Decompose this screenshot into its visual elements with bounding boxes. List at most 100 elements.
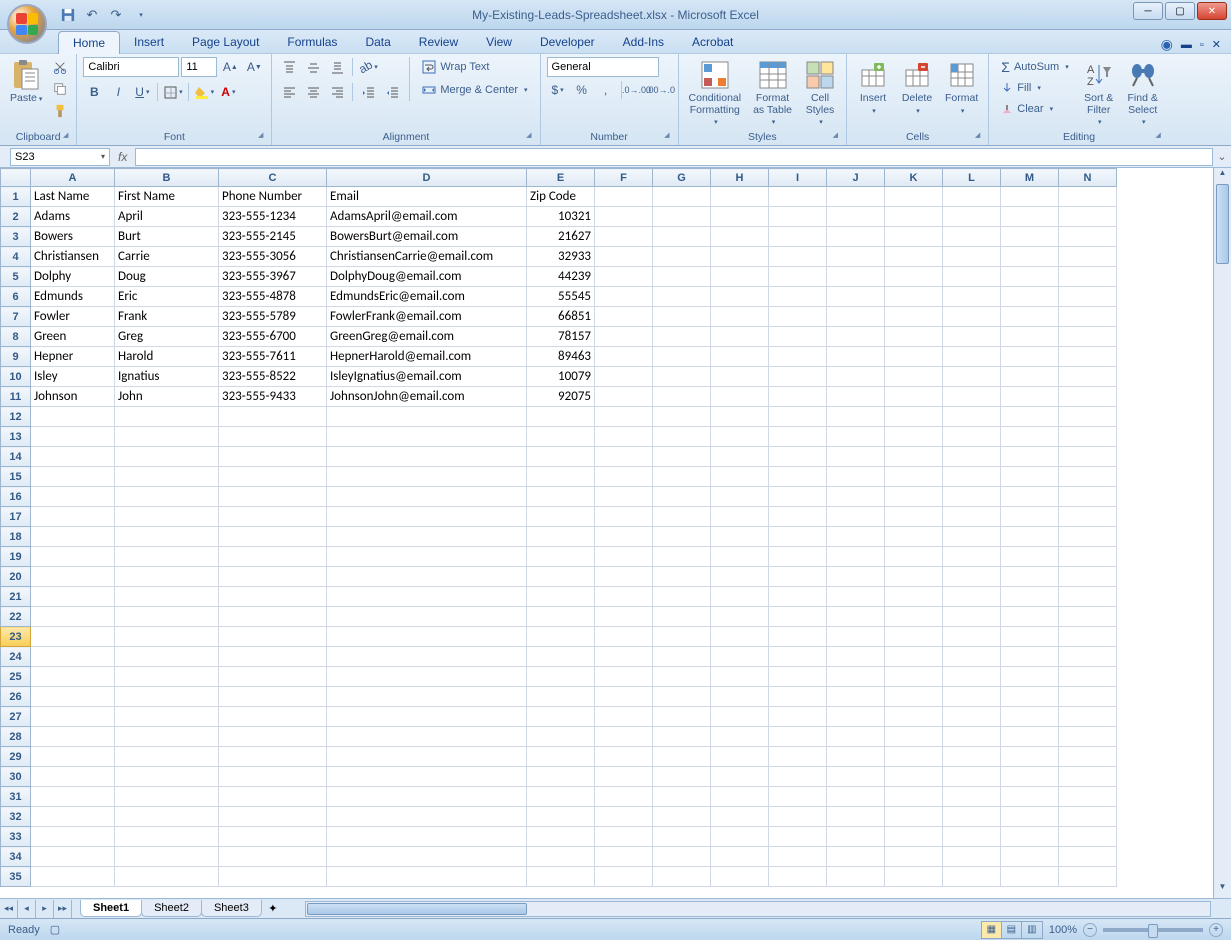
- cell[interactable]: [943, 507, 1001, 527]
- cell[interactable]: [527, 827, 595, 847]
- cell[interactable]: 10321: [527, 207, 595, 227]
- increase-decimal-button[interactable]: .0→.00: [626, 80, 648, 100]
- cell[interactable]: [653, 347, 711, 367]
- cell[interactable]: [31, 507, 115, 527]
- cell[interactable]: [885, 487, 943, 507]
- cell[interactable]: [1059, 267, 1117, 287]
- cell[interactable]: [827, 187, 885, 207]
- cell[interactable]: [827, 527, 885, 547]
- row-header[interactable]: 28: [1, 727, 31, 747]
- cell[interactable]: [595, 187, 653, 207]
- cell[interactable]: [115, 787, 219, 807]
- cell[interactable]: [327, 427, 527, 447]
- decrease-indent-button[interactable]: [357, 82, 379, 102]
- select-all-cell[interactable]: [1, 169, 31, 187]
- cell[interactable]: [1059, 247, 1117, 267]
- format-cells-button[interactable]: Format: [941, 57, 982, 117]
- cell[interactable]: [1001, 307, 1059, 327]
- cell[interactable]: Dolphy: [31, 267, 115, 287]
- row-header[interactable]: 16: [1, 487, 31, 507]
- row-header[interactable]: 33: [1, 827, 31, 847]
- cell[interactable]: [1001, 427, 1059, 447]
- cell[interactable]: EdmundsEric@email.com: [327, 287, 527, 307]
- cell[interactable]: [769, 227, 827, 247]
- delete-cells-button[interactable]: Delete: [897, 57, 937, 117]
- row-header[interactable]: 25: [1, 667, 31, 687]
- cell[interactable]: [943, 207, 1001, 227]
- row-header[interactable]: 35: [1, 867, 31, 887]
- row-header[interactable]: 18: [1, 527, 31, 547]
- cell[interactable]: [653, 187, 711, 207]
- row-header[interactable]: 31: [1, 787, 31, 807]
- cell[interactable]: [1059, 607, 1117, 627]
- cell[interactable]: [327, 827, 527, 847]
- cell[interactable]: [711, 467, 769, 487]
- cell[interactable]: [943, 187, 1001, 207]
- cell[interactable]: [595, 367, 653, 387]
- cell[interactable]: [595, 607, 653, 627]
- cell[interactable]: [595, 467, 653, 487]
- cell[interactable]: [595, 407, 653, 427]
- cell[interactable]: [527, 487, 595, 507]
- cell[interactable]: [827, 707, 885, 727]
- cell[interactable]: [943, 227, 1001, 247]
- cell[interactable]: Greg: [115, 327, 219, 347]
- cell[interactable]: [1059, 207, 1117, 227]
- minimize-button[interactable]: ─: [1133, 2, 1163, 20]
- cell[interactable]: [711, 687, 769, 707]
- cell[interactable]: [527, 707, 595, 727]
- cell[interactable]: [1001, 187, 1059, 207]
- cell[interactable]: [885, 747, 943, 767]
- cell[interactable]: [327, 507, 527, 527]
- horizontal-scrollbar[interactable]: [305, 901, 1211, 917]
- cell[interactable]: [711, 667, 769, 687]
- cell[interactable]: [219, 507, 327, 527]
- cell[interactable]: [885, 767, 943, 787]
- cell[interactable]: [31, 647, 115, 667]
- tab-home[interactable]: Home: [58, 31, 120, 54]
- cell[interactable]: [219, 447, 327, 467]
- cell[interactable]: Zip Code: [527, 187, 595, 207]
- cell[interactable]: [885, 707, 943, 727]
- cell[interactable]: [595, 847, 653, 867]
- cell[interactable]: [943, 247, 1001, 267]
- accounting-format-button[interactable]: $: [547, 80, 569, 100]
- cell[interactable]: John: [115, 387, 219, 407]
- cell[interactable]: [653, 427, 711, 447]
- tab-insert[interactable]: Insert: [120, 31, 178, 53]
- last-sheet-button[interactable]: ▸▸: [54, 900, 72, 918]
- row-header[interactable]: 8: [1, 327, 31, 347]
- cell[interactable]: [885, 807, 943, 827]
- cell[interactable]: [595, 667, 653, 687]
- cell[interactable]: [769, 287, 827, 307]
- cell[interactable]: [943, 307, 1001, 327]
- cell[interactable]: [885, 367, 943, 387]
- cell[interactable]: [595, 687, 653, 707]
- row-header[interactable]: 3: [1, 227, 31, 247]
- cell[interactable]: [711, 367, 769, 387]
- cell[interactable]: First Name: [115, 187, 219, 207]
- cell[interactable]: [653, 587, 711, 607]
- cell[interactable]: [527, 847, 595, 867]
- cell[interactable]: [527, 747, 595, 767]
- cell[interactable]: [711, 527, 769, 547]
- cell[interactable]: [115, 407, 219, 427]
- cell[interactable]: [943, 427, 1001, 447]
- border-button[interactable]: [162, 82, 184, 102]
- cell[interactable]: [943, 367, 1001, 387]
- cell[interactable]: [1059, 847, 1117, 867]
- cell[interactable]: [327, 607, 527, 627]
- cell[interactable]: [219, 847, 327, 867]
- cell[interactable]: [885, 867, 943, 887]
- cell[interactable]: [885, 247, 943, 267]
- cell[interactable]: [653, 447, 711, 467]
- row-header[interactable]: 20: [1, 567, 31, 587]
- cell[interactable]: [1059, 827, 1117, 847]
- row-header[interactable]: 32: [1, 807, 31, 827]
- cell[interactable]: [885, 647, 943, 667]
- cell[interactable]: [1001, 807, 1059, 827]
- cell[interactable]: [769, 307, 827, 327]
- cell[interactable]: [219, 767, 327, 787]
- cell[interactable]: [1059, 407, 1117, 427]
- prev-sheet-button[interactable]: ◂: [18, 900, 36, 918]
